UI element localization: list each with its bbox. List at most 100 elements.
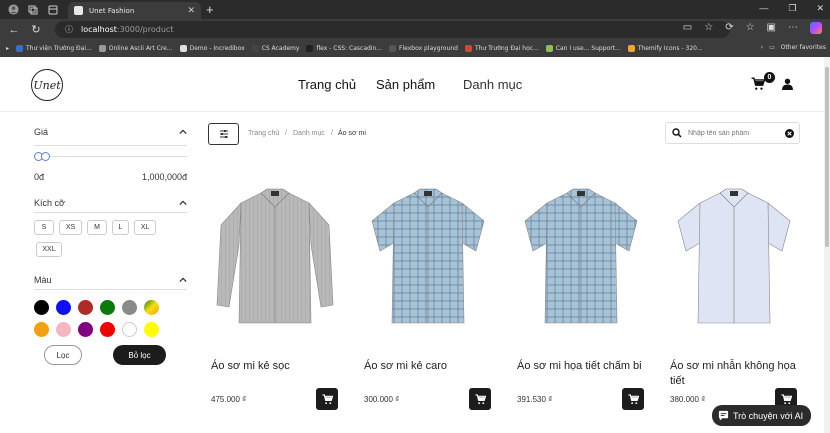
url-field[interactable]: ⓘ localhost :3000/product: [55, 21, 730, 38]
new-tab-icon[interactable]: +: [206, 2, 214, 17]
color-swatch[interactable]: [78, 322, 93, 337]
cart-icon: [321, 393, 333, 404]
window-controls: — ❐ ✕: [759, 3, 824, 14]
bookmark-item[interactable]: Thư Trường Đại học...: [464, 45, 539, 52]
product-name[interactable]: Áo sơ mi họa tiết chấm bi: [517, 359, 657, 374]
divider: [34, 145, 187, 146]
product-image[interactable]: [213, 185, 337, 330]
add-to-cart-button[interactable]: [469, 388, 491, 410]
bookmark-favicon-icon: [179, 45, 187, 52]
size-option-s[interactable]: S: [34, 220, 54, 235]
bookmark-label: Thư viện Trường Đại...: [26, 45, 92, 52]
maximize-icon[interactable]: ❐: [788, 3, 796, 14]
price-filter-title: Giá: [34, 127, 49, 137]
chevron-right-icon: ›: [760, 44, 764, 51]
bookmark-label: flex - CSS: Cascadin...: [316, 45, 383, 52]
cart-icon[interactable]: [751, 77, 765, 91]
product-price: 475.000 ₫: [211, 395, 247, 404]
close-window-icon[interactable]: ✕: [816, 3, 824, 14]
color-swatch[interactable]: [144, 322, 159, 337]
size-option-xs[interactable]: XS: [59, 220, 82, 235]
close-tab-icon[interactable]: ✕: [187, 5, 195, 16]
filter-toggle-button[interactable]: [208, 123, 239, 145]
tab-actions-icon[interactable]: [46, 3, 60, 17]
size-option-xl[interactable]: XL: [134, 220, 156, 235]
refresh-icon[interactable]: ↻: [28, 23, 44, 36]
bookmark-label: Online Ascii Art Cre...: [108, 45, 173, 52]
color-swatch[interactable]: [100, 300, 115, 315]
ai-chat-button[interactable]: Trò chuyện với AI: [712, 405, 811, 426]
page: Unet Trang chủ Sản phẩm Danh mục 0 Giá 0…: [0, 57, 824, 433]
bookmark-item[interactable]: Can I use... Support...: [545, 45, 621, 52]
breadcrumb-separator: /: [285, 130, 287, 137]
color-swatch[interactable]: [78, 300, 93, 315]
favorites-icon[interactable]: ☆: [746, 22, 755, 34]
url-host: localhost: [81, 25, 117, 34]
divider: [34, 212, 187, 213]
search-input[interactable]: [688, 129, 778, 137]
split-screen-icon[interactable]: ▭: [683, 22, 692, 34]
add-to-cart-button[interactable]: [622, 388, 644, 410]
product-image[interactable]: [672, 185, 796, 330]
chevron-up-icon[interactable]: [179, 276, 187, 284]
user-icon[interactable]: [781, 77, 794, 91]
minimize-icon[interactable]: —: [759, 3, 768, 14]
scrollbar-thumb[interactable]: [825, 67, 829, 247]
bookmark-item[interactable]: Online Ascii Art Cre...: [98, 45, 173, 52]
clear-search-icon[interactable]: [785, 128, 794, 138]
tab-active[interactable]: Unet Fashion ✕: [68, 2, 201, 19]
add-to-cart-button[interactable]: [316, 388, 338, 410]
color-swatch[interactable]: [56, 300, 71, 315]
chevron-up-icon[interactable]: [179, 128, 187, 136]
price-slider-track[interactable]: [34, 156, 187, 157]
extension-icon[interactable]: ⟳: [725, 22, 733, 34]
size-option-m[interactable]: M: [87, 220, 107, 235]
color-swatch[interactable]: [144, 300, 159, 315]
size-option-l[interactable]: L: [112, 220, 129, 235]
color-swatch[interactable]: [100, 322, 115, 337]
color-swatch[interactable]: [122, 322, 137, 337]
nav-products[interactable]: Sản phẩm: [376, 77, 435, 92]
apply-filter-button[interactable]: Lọc: [44, 345, 82, 365]
size-filter-title: Kích cỡ: [34, 198, 65, 208]
workspaces-icon[interactable]: [26, 3, 40, 17]
breadcrumb-category[interactable]: Danh mục: [293, 130, 325, 137]
bookmark-item[interactable]: Demo - Incredibox: [179, 45, 245, 52]
bookmark-item[interactable]: flex - CSS: Cascadin...: [306, 45, 382, 52]
color-swatch[interactable]: [34, 300, 49, 315]
product-image[interactable]: [519, 185, 643, 330]
bookmark-item[interactable]: Flexbox playground: [389, 45, 458, 52]
back-icon[interactable]: ←: [6, 24, 22, 36]
profile-icon[interactable]: [6, 3, 20, 17]
bookmark-favicon-icon: [545, 45, 553, 52]
bookmark-item[interactable]: Themify Icons - 320...: [627, 45, 703, 52]
color-swatch[interactable]: [34, 322, 49, 337]
copilot-icon[interactable]: [810, 22, 822, 34]
nav-home[interactable]: Trang chủ: [298, 77, 356, 92]
cart-count-badge: 0: [764, 72, 775, 83]
more-icon[interactable]: ⋯: [788, 22, 798, 34]
logo[interactable]: Unet: [31, 69, 63, 101]
favorite-star-icon[interactable]: ☆: [704, 22, 713, 34]
site-info-icon[interactable]: ⓘ: [65, 24, 73, 35]
breadcrumb-home[interactable]: Trang chủ: [248, 130, 279, 137]
collections-icon[interactable]: ▣: [767, 22, 776, 34]
page-scrollbar[interactable]: [824, 57, 830, 433]
bookmark-item[interactable]: CS Academy: [251, 45, 299, 52]
color-swatch[interactable]: [122, 300, 137, 315]
product-image[interactable]: [366, 185, 490, 330]
product-search: [665, 122, 800, 144]
price-slider-max-handle[interactable]: [41, 152, 50, 161]
other-favorites[interactable]: › ▭ Other favorites: [761, 44, 826, 51]
apps-icon[interactable]: ▸: [6, 45, 9, 52]
chevron-up-icon[interactable]: [179, 199, 187, 207]
product-name[interactable]: Áo sơ mi nhẫn không họa tiết: [670, 359, 810, 389]
clear-filter-button[interactable]: Bỏ lọc: [113, 345, 166, 365]
size-option-xxl[interactable]: XXL: [36, 242, 62, 257]
nav-categories[interactable]: Danh mục: [463, 77, 522, 92]
product-name[interactable]: Áo sơ mi kẻ caro: [364, 359, 504, 374]
bookmark-item[interactable]: Thư viện Trường Đại...: [16, 45, 92, 52]
color-swatch[interactable]: [56, 322, 71, 337]
cart-icon: [780, 393, 792, 404]
product-name[interactable]: Áo sơ mi kẻ sọc: [211, 359, 351, 374]
